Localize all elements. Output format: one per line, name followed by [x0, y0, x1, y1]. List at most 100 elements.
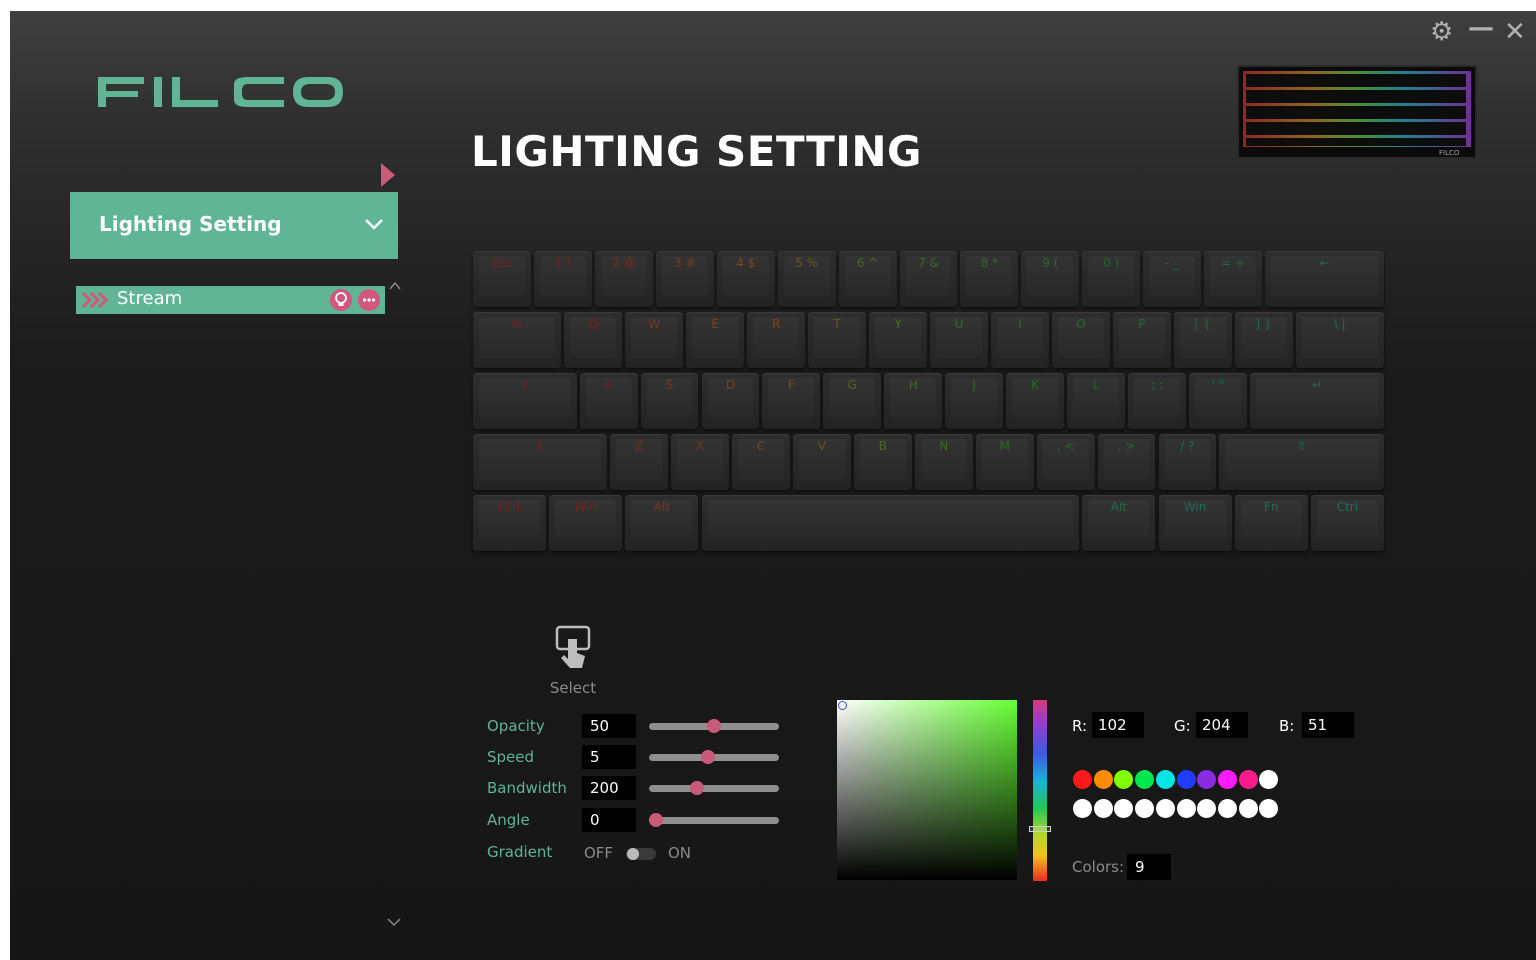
speed-input[interactable]: 5: [582, 745, 636, 769]
key-r0-11[interactable]: - _: [1143, 251, 1202, 307]
key-r1-8[interactable]: I: [990, 312, 1049, 368]
key-r3-3[interactable]: C: [731, 434, 790, 490]
key-r0-2[interactable]: 2 @: [594, 251, 653, 307]
key-r0-4[interactable]: 4 $: [716, 251, 775, 307]
lighting-setting-menu[interactable]: Lighting Setting: [70, 192, 398, 259]
palette-swatch[interactable]: [1176, 799, 1196, 818]
bandwidth-input[interactable]: 200: [582, 776, 636, 800]
key-r3-8[interactable]: , <: [1036, 434, 1095, 490]
key-r2-3[interactable]: D: [701, 373, 760, 429]
key-r3-6[interactable]: N: [914, 434, 973, 490]
palette-swatch[interactable]: [1155, 799, 1175, 818]
key-r0-13[interactable]: ←: [1265, 251, 1384, 307]
colors-count-input[interactable]: 9: [1127, 854, 1171, 880]
select-tool-button[interactable]: Select: [548, 625, 598, 697]
key-r2-12[interactable]: ↵: [1249, 373, 1384, 429]
speed-slider[interactable]: [649, 750, 779, 764]
palette-swatch[interactable]: [1238, 799, 1258, 818]
key-r1-11[interactable]: [ {: [1173, 312, 1232, 368]
bandwidth-slider[interactable]: [649, 781, 779, 795]
key-r2-8[interactable]: K: [1006, 373, 1065, 429]
palette-swatch[interactable]: [1238, 770, 1258, 789]
key-r0-6[interactable]: 6 ^: [838, 251, 897, 307]
key-r1-10[interactable]: P: [1112, 312, 1171, 368]
key-r2-5[interactable]: G: [823, 373, 882, 429]
close-button[interactable]: ✕: [1504, 19, 1526, 45]
hue-slider-handle[interactable]: [1029, 826, 1051, 832]
key-r2-11[interactable]: ' ": [1188, 373, 1247, 429]
key-r3-4[interactable]: V: [792, 434, 851, 490]
key-r0-0[interactable]: Esc: [473, 251, 531, 307]
key-r0-10[interactable]: 0 ): [1082, 251, 1141, 307]
key-r0-9[interactable]: 9 (: [1021, 251, 1080, 307]
minimize-button[interactable]: —: [1468, 15, 1494, 41]
key-r0-3[interactable]: 3 #: [655, 251, 714, 307]
palette-swatch[interactable]: [1259, 770, 1279, 789]
key-r3-11[interactable]: ⇧: [1219, 434, 1384, 490]
key-r3-9[interactable]: . >: [1097, 434, 1156, 490]
speed-slider-thumb[interactable]: [701, 750, 716, 764]
key-r3-10[interactable]: / ?: [1158, 434, 1217, 490]
key-r4-6[interactable]: Fn: [1234, 495, 1308, 551]
palette-swatch[interactable]: [1114, 799, 1134, 818]
palette-swatch[interactable]: [1197, 799, 1217, 818]
b-input[interactable]: 51: [1302, 712, 1354, 738]
color-picker-cursor[interactable]: [838, 701, 847, 710]
palette-swatch[interactable]: [1259, 799, 1279, 818]
key-r2-1[interactable]: A: [579, 373, 638, 429]
palette-swatch[interactable]: [1114, 770, 1134, 789]
key-r4-7[interactable]: Ctrl: [1310, 495, 1384, 551]
key-r0-7[interactable]: 7 &: [899, 251, 958, 307]
key-r3-1[interactable]: Z: [610, 434, 669, 490]
palette-swatch[interactable]: [1135, 799, 1155, 818]
angle-slider[interactable]: [649, 813, 779, 827]
opacity-input[interactable]: 50: [582, 714, 636, 738]
key-r0-5[interactable]: 5 %: [777, 251, 836, 307]
key-r4-3[interactable]: [701, 495, 1080, 551]
palette-swatch[interactable]: [1197, 770, 1217, 789]
key-r1-6[interactable]: Y: [869, 312, 927, 368]
bulb-icon[interactable]: [330, 289, 352, 311]
key-r2-4[interactable]: F: [762, 373, 821, 429]
key-r2-0[interactable]: ⇪: [473, 373, 577, 429]
key-r1-2[interactable]: W: [625, 312, 684, 368]
key-r1-7[interactable]: U: [930, 312, 988, 368]
palette-swatch[interactable]: [1135, 770, 1155, 789]
scroll-down-icon[interactable]: [387, 916, 401, 928]
key-r4-4[interactable]: Alt: [1082, 495, 1156, 551]
gradient-toggle[interactable]: [626, 848, 656, 860]
key-r1-4[interactable]: R: [747, 312, 806, 368]
key-r3-2[interactable]: X: [671, 434, 729, 490]
key-r1-12[interactable]: ] }: [1234, 312, 1293, 368]
bandwidth-slider-thumb[interactable]: [689, 781, 704, 795]
key-r1-1[interactable]: Q: [564, 312, 623, 368]
hue-slider[interactable]: [1033, 700, 1047, 881]
key-r4-2[interactable]: Alt: [625, 495, 699, 551]
key-r1-3[interactable]: E: [686, 312, 745, 368]
key-r3-5[interactable]: B: [853, 434, 912, 490]
palette-swatch[interactable]: [1073, 770, 1092, 789]
palette-swatch[interactable]: [1093, 770, 1113, 789]
key-r0-1[interactable]: 1 !: [533, 251, 592, 307]
key-r3-7[interactable]: M: [975, 434, 1034, 490]
palette-swatch[interactable]: [1093, 799, 1113, 818]
scroll-up-icon[interactable]: [389, 281, 401, 291]
key-r2-10[interactable]: ; :: [1128, 373, 1186, 429]
key-r4-0[interactable]: Ctrl: [473, 495, 547, 551]
r-input[interactable]: 102: [1092, 712, 1144, 738]
key-r2-9[interactable]: L: [1067, 373, 1126, 429]
key-r1-9[interactable]: O: [1051, 312, 1110, 368]
key-r0-12[interactable]: = +: [1204, 251, 1263, 307]
key-r3-0[interactable]: ⇧: [473, 434, 608, 490]
key-r2-6[interactable]: H: [884, 373, 943, 429]
key-r4-1[interactable]: Win: [549, 495, 623, 551]
angle-slider-thumb[interactable]: [649, 813, 663, 827]
key-r4-5[interactable]: Win: [1158, 495, 1232, 551]
key-r2-2[interactable]: S: [640, 373, 699, 429]
key-r1-13[interactable]: \ |: [1295, 312, 1384, 368]
palette-swatch[interactable]: [1217, 770, 1237, 789]
sidebar-collapse-arrow[interactable]: [381, 163, 395, 187]
angle-input[interactable]: 0: [582, 808, 636, 832]
palette-swatch[interactable]: [1217, 799, 1237, 818]
palette-swatch[interactable]: [1073, 799, 1092, 818]
